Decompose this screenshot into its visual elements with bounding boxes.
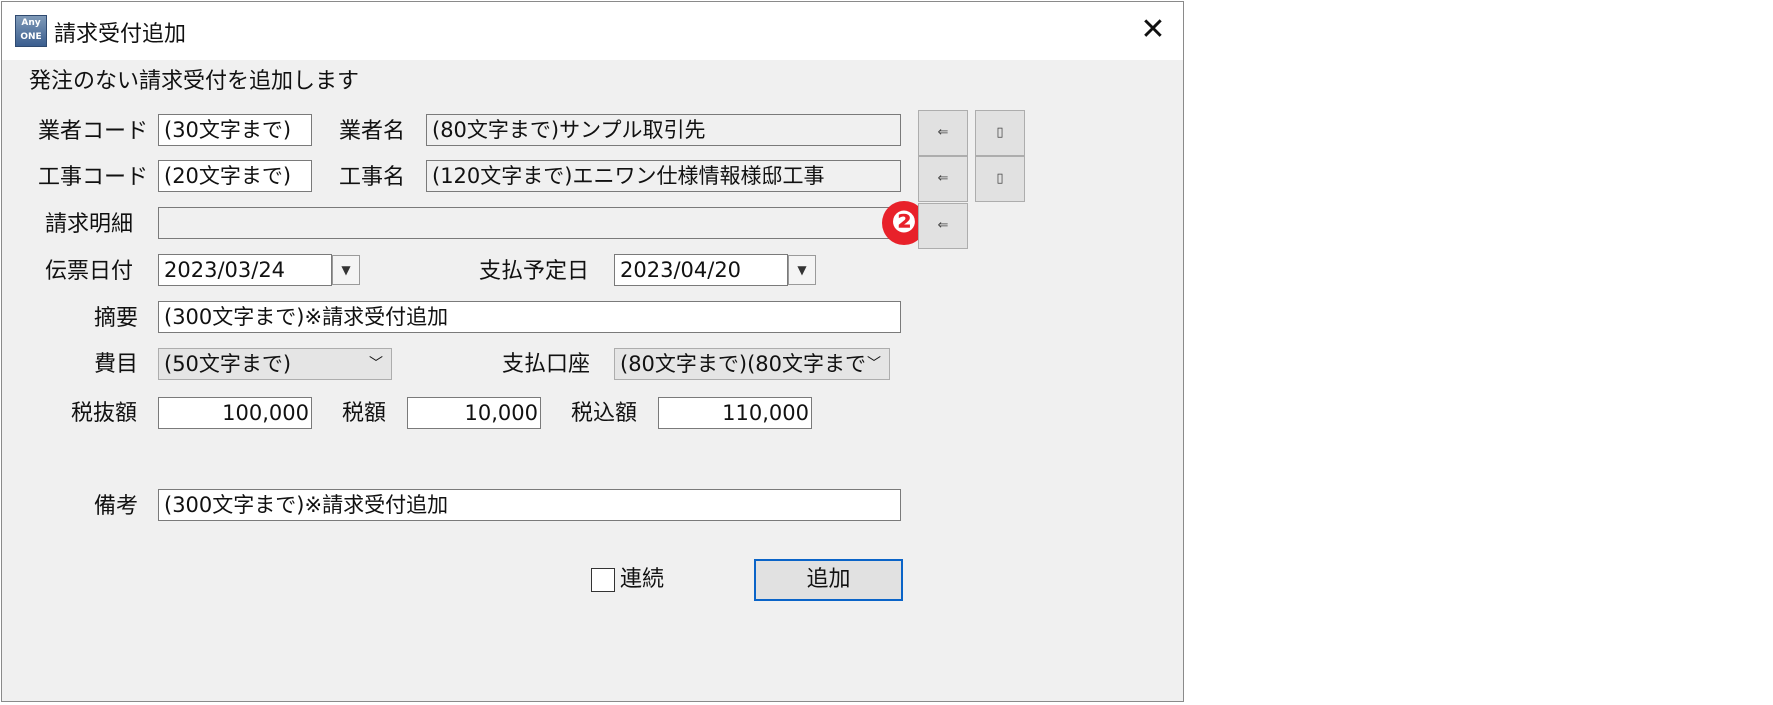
slip-date-input[interactable]: 2023/03/24: [158, 254, 332, 286]
payment-date-calendar-button[interactable]: ▼: [788, 255, 816, 285]
payment-account-select[interactable]: (80文字まで)(80文字まで ﹀: [614, 348, 890, 380]
payment-account-value: (80文字まで)(80文字まで: [620, 352, 867, 376]
project-code-label: 工事コード: [38, 165, 149, 190]
continuous-checkbox[interactable]: [591, 568, 615, 592]
expense-item-select[interactable]: (50文字まで) ﹀: [158, 348, 392, 380]
amount-incl-tax-input[interactable]: 110,000: [658, 397, 812, 429]
expense-item-value: (50文字まで): [164, 352, 292, 376]
expense-item-label: 費目: [94, 352, 139, 377]
summary-label: 摘要: [94, 306, 139, 331]
payment-account-label: 支払口座: [502, 352, 591, 377]
tax-amount-input[interactable]: 10,000: [407, 397, 541, 429]
continuous-label: 連続: [620, 567, 665, 592]
project-clear-button[interactable]: ▯: [975, 156, 1025, 202]
slip-date-label: 伝票日付: [45, 259, 134, 284]
clear-icon: ▯: [996, 171, 1004, 186]
amount-incl-tax-label: 税込額: [571, 401, 638, 426]
vendor-name-label: 業者名: [339, 119, 406, 144]
clear-icon: ▯: [996, 125, 1004, 140]
dialog-window: Any ONE 請求受付追加 ✕ 発注のない請求受付を追加します 業者コード (…: [1, 1, 1184, 702]
form-description: 発注のない請求受付を追加します: [29, 69, 360, 94]
invoice-detail-select-button[interactable]: ⇐: [918, 203, 968, 249]
remarks-label: 備考: [94, 494, 139, 519]
title-bar: Any ONE 請求受付追加 ✕: [2, 2, 1183, 60]
vendor-select-button[interactable]: ⇐: [918, 110, 968, 156]
project-select-button[interactable]: ⇐: [918, 156, 968, 202]
invoice-detail-label: 請求明細: [45, 212, 134, 237]
app-logo-text-bottom: ONE: [20, 32, 42, 42]
invoice-detail-field: [158, 207, 901, 239]
app-logo-text-top: Any: [21, 18, 41, 28]
summary-input[interactable]: (300文字まで)※請求受付追加: [158, 301, 901, 333]
vendor-code-input[interactable]: (30文字まで): [158, 114, 312, 146]
vendor-name-field: (80文字まで)サンプル取引先: [426, 114, 901, 146]
chevron-down-icon: ﹀: [867, 356, 881, 372]
vendor-clear-button[interactable]: ▯: [975, 110, 1025, 156]
slip-date-calendar-button[interactable]: ▼: [332, 255, 360, 285]
calendar-dropdown-icon: ▼: [797, 263, 807, 277]
app-logo-icon: Any ONE: [15, 15, 47, 47]
amount-excl-tax-label: 税抜額: [71, 401, 138, 426]
vendor-code-label: 業者コード: [38, 119, 149, 144]
project-name-label: 工事名: [339, 165, 406, 190]
calendar-dropdown-icon: ▼: [341, 263, 351, 277]
window-title: 請求受付追加: [54, 22, 187, 47]
payment-date-label: 支払予定日: [479, 259, 590, 284]
remarks-input[interactable]: (300文字まで)※請求受付追加: [158, 489, 901, 521]
tax-amount-label: 税額: [342, 401, 387, 426]
project-code-input[interactable]: (20文字まで): [158, 160, 312, 192]
select-icon: ⇐: [937, 218, 949, 233]
select-icon: ⇐: [937, 171, 949, 186]
close-icon[interactable]: ✕: [1135, 12, 1171, 48]
amount-excl-tax-input[interactable]: 100,000: [158, 397, 312, 429]
chevron-down-icon: ﹀: [369, 356, 383, 372]
add-button[interactable]: 追加: [754, 559, 903, 601]
payment-date-input[interactable]: 2023/04/20: [614, 254, 788, 286]
select-icon: ⇐: [937, 125, 949, 140]
project-name-field: (120文字まで)エニワン仕様情報様邸工事: [426, 160, 901, 192]
